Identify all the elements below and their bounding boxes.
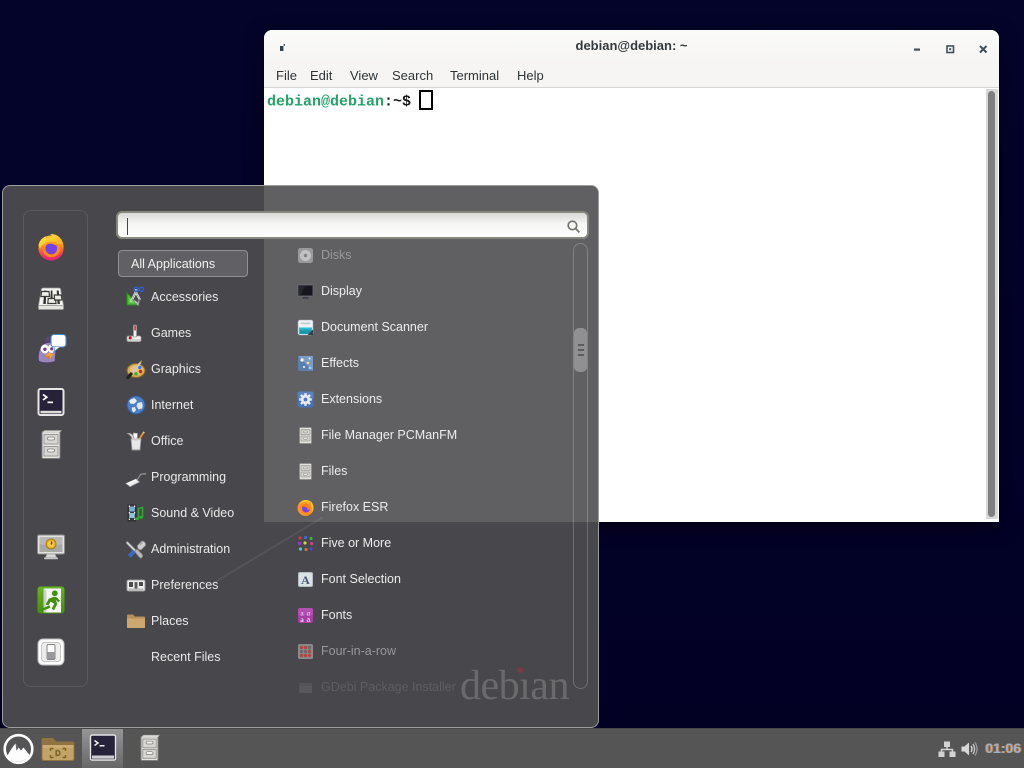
svg-text:A: A <box>301 573 310 587</box>
svg-text:a: a <box>307 617 311 624</box>
svg-text:a: a <box>300 616 304 624</box>
